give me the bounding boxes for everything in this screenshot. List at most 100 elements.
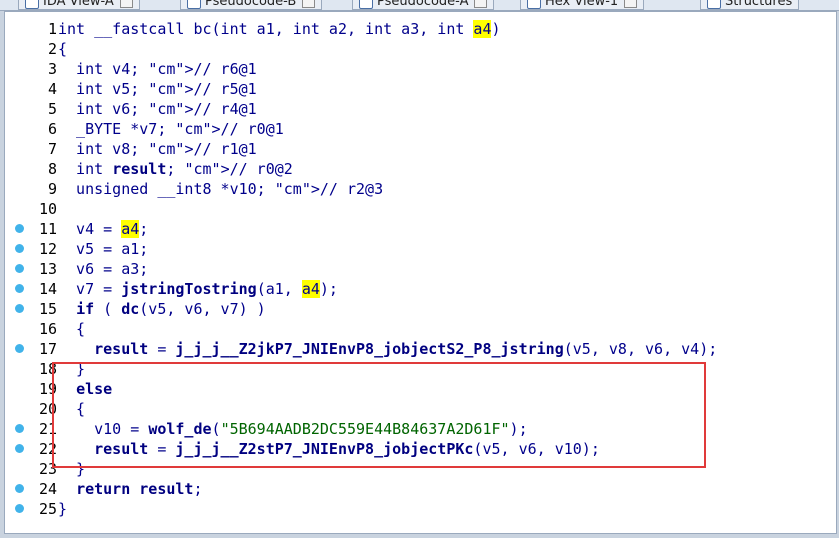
line-number: 14 xyxy=(38,280,57,298)
line-gutter[interactable]: 23 xyxy=(5,459,57,479)
line-gutter[interactable]: 19 xyxy=(5,379,57,399)
code-line[interactable]: 22 result = j_j_j__Z2stP7_JNIEnvP8_jobje… xyxy=(5,439,836,459)
code-line[interactable]: 4 int v5; "cm">// r5@1 xyxy=(5,79,836,99)
code-line[interactable]: 2{ xyxy=(5,39,836,59)
line-gutter[interactable]: 4 xyxy=(5,79,57,99)
breakpoint-dot-icon[interactable] xyxy=(15,424,24,433)
line-gutter[interactable]: 13 xyxy=(5,259,57,279)
code-line[interactable]: 12 v5 = a1; xyxy=(5,239,836,259)
code-text: else xyxy=(76,380,113,398)
breakpoint-dot-icon[interactable] xyxy=(15,284,24,293)
code-line[interactable]: 16 { xyxy=(5,319,836,339)
pseudocode-editor[interactable]: 1 int __fastcall bc(int a1, int a2, int a… xyxy=(4,11,837,534)
tab-ida-view-a[interactable]: IDA View-A xyxy=(18,0,140,10)
line-gutter[interactable]: 22 xyxy=(5,439,57,459)
line-gutter[interactable]: 15 xyxy=(5,299,57,319)
code-line[interactable]: 20 { xyxy=(5,399,836,419)
code-text: int v5; "cm">// r5@1 xyxy=(58,80,257,98)
code-text: v6 = a3; xyxy=(58,260,149,278)
code-line[interactable]: 23 } xyxy=(5,459,836,479)
code-line[interactable]: 9 unsigned __int8 *v10; "cm">// r2@3 xyxy=(5,179,836,199)
line-number: 21 xyxy=(38,420,57,438)
breakpoint-dot-icon[interactable] xyxy=(15,224,24,233)
code-text: unsigned __int8 *v10; "cm">// r2@3 xyxy=(58,180,384,198)
line-gutter[interactable]: 18 xyxy=(5,359,57,379)
code-text: { xyxy=(58,40,68,58)
line-gutter[interactable]: 5 xyxy=(5,99,57,119)
line-gutter[interactable]: 10 xyxy=(5,199,57,219)
code-line[interactable]: 13 v6 = a3; xyxy=(5,259,836,279)
code-line[interactable]: 19 else xyxy=(5,379,836,399)
line-number: 3 xyxy=(47,60,57,78)
line-number: 18 xyxy=(38,360,57,378)
line-gutter[interactable]: 24 xyxy=(5,479,57,499)
line-gutter[interactable]: 8 xyxy=(5,159,57,179)
breakpoint-dot-icon[interactable] xyxy=(15,344,24,353)
close-icon[interactable] xyxy=(302,0,316,8)
line-number: 15 xyxy=(38,300,57,318)
code-line[interactable]: 15 if ( dc(v5, v6, v7) ) xyxy=(5,299,836,319)
hex-view-icon xyxy=(527,0,541,9)
line-gutter[interactable]: 2 xyxy=(5,39,57,59)
code-line[interactable]: 10 xyxy=(5,199,836,219)
code-line[interactable]: 18 } xyxy=(5,359,836,379)
code-text: int __fastcall bc(int a1, int a2, int a3… xyxy=(58,20,501,38)
code-text: return result; xyxy=(76,480,203,498)
line-number: 9 xyxy=(47,180,57,198)
code-line[interactable]: 25} xyxy=(5,499,836,519)
code-line[interactable]: 17 result = j_j_j__Z2jkP7_JNIEnvP8_jobje… xyxy=(5,339,836,359)
line-gutter[interactable]: 6 xyxy=(5,119,57,139)
breakpoint-dot-icon[interactable] xyxy=(15,484,24,493)
line-number: 22 xyxy=(38,440,57,458)
tab-structures[interactable]: Structures xyxy=(700,0,800,10)
line-gutter[interactable]: 1 xyxy=(5,19,57,39)
close-icon[interactable] xyxy=(474,0,488,8)
line-gutter[interactable]: 17 xyxy=(5,339,57,359)
code-text: } xyxy=(58,500,68,518)
code-text: if ( dc(v5, v6, v7) ) xyxy=(76,300,266,318)
code-line[interactable]: 21 v10 = wolf_de("5B694AADB2DC559E44B846… xyxy=(5,419,836,439)
code-text: int v4; "cm">// r6@1 xyxy=(58,60,257,78)
breakpoint-dot-icon[interactable] xyxy=(15,504,24,513)
line-number: 23 xyxy=(38,460,57,478)
code-line[interactable]: 5 int v6; "cm">// r4@1 xyxy=(5,99,836,119)
line-gutter[interactable]: 20 xyxy=(5,399,57,419)
breakpoint-dot-icon[interactable] xyxy=(15,244,24,253)
code-text: v5 = a1; xyxy=(58,240,149,258)
close-icon[interactable] xyxy=(624,0,638,8)
close-icon[interactable] xyxy=(119,0,133,8)
line-number: 25 xyxy=(38,500,57,518)
code-line[interactable]: 24 return result; xyxy=(5,479,836,499)
line-gutter[interactable]: 16 xyxy=(5,319,57,339)
code-line[interactable]: 3 int v4; "cm">// r6@1 xyxy=(5,59,836,79)
code-line[interactable]: 11 v4 = a4; xyxy=(5,219,836,239)
code-text: v10 = wolf_de("5B694AADB2DC559E44B84637A… xyxy=(58,420,528,438)
line-gutter[interactable]: 21 xyxy=(5,419,57,439)
code-text: int v6; "cm">// r4@1 xyxy=(58,100,257,118)
line-gutter[interactable]: 7 xyxy=(5,139,57,159)
line-gutter[interactable]: 12 xyxy=(5,239,57,259)
code-line[interactable]: 6 _BYTE *v7; "cm">// r0@1 xyxy=(5,119,836,139)
line-gutter[interactable]: 11 xyxy=(5,219,57,239)
code-line[interactable]: 8 int result; "cm">// r0@2 xyxy=(5,159,836,179)
code-line[interactable]: 14 v7 = jstringTostring(a1, a4); xyxy=(5,279,836,299)
tab-hex-view-1[interactable]: Hex View-1 xyxy=(520,0,645,10)
line-gutter[interactable]: 25 xyxy=(5,499,57,519)
breakpoint-dot-icon[interactable] xyxy=(15,444,24,453)
breakpoint-dot-icon[interactable] xyxy=(15,304,24,313)
pseudocode-icon xyxy=(187,0,201,9)
line-gutter[interactable]: 14 xyxy=(5,279,57,299)
line-number: 4 xyxy=(47,80,57,98)
code-text: } xyxy=(58,460,86,478)
code-line[interactable]: 1 int __fastcall bc(int a1, int a2, int a… xyxy=(5,19,836,39)
tab-pseudocode-b[interactable]: Pseudocode-B xyxy=(180,0,323,10)
code-line[interactable]: 7 int v8; "cm">// r1@1 xyxy=(5,139,836,159)
tab-pseudocode-a[interactable]: Pseudocode-A xyxy=(352,0,495,10)
line-number: 20 xyxy=(38,400,57,418)
line-gutter[interactable]: 3 xyxy=(5,59,57,79)
code-text: int v8; "cm">// r1@1 xyxy=(58,140,257,158)
line-number: 6 xyxy=(47,120,57,138)
line-number: 5 xyxy=(47,100,57,118)
breakpoint-dot-icon[interactable] xyxy=(15,264,24,273)
line-gutter[interactable]: 9 xyxy=(5,179,57,199)
